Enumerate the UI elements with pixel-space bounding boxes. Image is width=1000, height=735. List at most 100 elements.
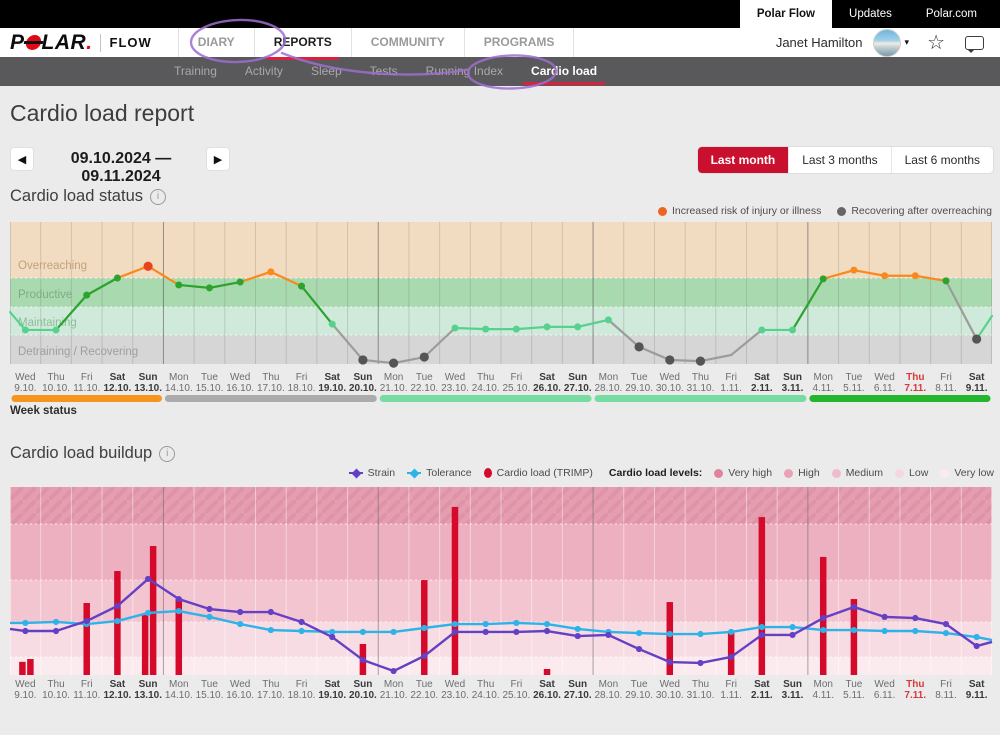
svg-text:Thu17.10.: Thu17.10. <box>257 372 285 394</box>
cardio-load-buildup-chart[interactable]: Wed9.10.Thu10.10.Fri11.10.Sat12.10.Sun13… <box>10 487 992 715</box>
svg-text:Mon14.10.: Mon14.10. <box>165 372 193 394</box>
svg-text:Sat9.11.: Sat9.11. <box>966 372 988 394</box>
subnav-item-cardio-load[interactable]: Cardio load <box>517 57 611 86</box>
svg-text:Sun3.11.: Sun3.11. <box>782 372 804 394</box>
legend-label: Increased risk of injury or illness <box>672 205 821 217</box>
svg-text:Fri8.11.: Fri8.11. <box>935 679 957 701</box>
polar-logo-o-icon <box>24 35 42 50</box>
legend-level-item: Very low <box>940 467 994 479</box>
cardio-load-levels-label: Cardio load levels: <box>609 467 702 479</box>
legend-label: Medium <box>846 467 883 479</box>
nav-item-programs[interactable]: PROGRAMS <box>465 28 575 57</box>
svg-text:Sat26.10.: Sat26.10. <box>533 679 561 701</box>
svg-text:Wed6.11.: Wed6.11. <box>874 679 896 701</box>
svg-text:Sat9.11.: Sat9.11. <box>966 679 988 701</box>
legend-dot-icon <box>658 207 667 216</box>
legend-dot-icon <box>837 207 846 216</box>
previous-period-button[interactable]: ◀ <box>10 147 34 171</box>
svg-text:Tue15.10.: Tue15.10. <box>196 372 224 394</box>
svg-text:Fri11.10.: Fri11.10. <box>73 372 100 394</box>
svg-text:Tue22.10.: Tue22.10. <box>410 372 438 394</box>
svg-text:Wed16.10.: Wed16.10. <box>226 679 254 701</box>
last-6-months-button[interactable]: Last 6 months <box>891 147 993 173</box>
legend-level-item: Medium <box>832 467 883 479</box>
svg-text:Thu31.10.: Thu31.10. <box>687 679 715 701</box>
svg-text:Fri18.10.: Fri18.10. <box>288 679 316 701</box>
date-range-label: 09.10.2024 — 09.11.2024 <box>40 150 202 186</box>
week-status-label: Week status <box>10 405 77 417</box>
last-3-months-button[interactable]: Last 3 months <box>788 147 890 173</box>
polar-flow-app: Polar Flow Updates Polar.com PLAR. FLOW … <box>0 0 1000 735</box>
svg-text:Sat2.11.: Sat2.11. <box>751 679 773 701</box>
tab-updates[interactable]: Updates <box>832 0 909 28</box>
svg-text:Mon4.11.: Mon4.11. <box>812 372 834 394</box>
buildup-section-title-text: Cardio load buildup <box>10 444 152 463</box>
legend-label: Tolerance <box>426 467 472 479</box>
buildup-legend: Strain Tolerance Cardio load (TRIMP) Cardio… <box>349 467 994 479</box>
last-month-button[interactable]: Last month <box>698 147 789 173</box>
nav-user-area: Janet Hamilton ▾ ☆ <box>776 29 1000 57</box>
next-period-button[interactable]: ▶ <box>206 147 230 171</box>
page-title: Cardio load report <box>10 100 194 127</box>
svg-text:Mon21.10.: Mon21.10. <box>380 679 408 701</box>
legend-level-item: Low <box>895 467 928 479</box>
legend-level-dot-icon <box>832 469 841 478</box>
tab-polar-flow[interactable]: Polar Flow <box>740 0 832 28</box>
svg-text:Fri8.11.: Fri8.11. <box>935 372 957 394</box>
logo-dot: . <box>86 31 92 55</box>
legend-label: High <box>798 467 820 479</box>
info-icon[interactable]: i <box>150 189 166 205</box>
subnav-item-activity[interactable]: Activity <box>231 57 297 86</box>
nav-item-reports[interactable]: REPORTS <box>255 28 352 57</box>
tab-polar-com[interactable]: Polar.com <box>909 0 994 28</box>
svg-text:Wed16.10.: Wed16.10. <box>226 372 254 394</box>
svg-text:Tue29.10.: Tue29.10. <box>625 679 653 701</box>
svg-text:Wed6.11.: Wed6.11. <box>874 372 896 394</box>
reports-subnav: Training Activity Sleep Tests Running In… <box>0 57 1000 86</box>
legend-diamond-icon <box>407 469 421 478</box>
subnav-item-sleep[interactable]: Sleep <box>297 57 356 86</box>
polar-logo[interactable]: PLAR. <box>10 31 93 55</box>
nav-item-diary[interactable]: DIARY <box>178 28 255 57</box>
subnav-item-running-index[interactable]: Running Index <box>412 57 517 86</box>
user-name[interactable]: Janet Hamilton <box>776 35 863 50</box>
legend-label: Strain <box>368 467 395 479</box>
svg-text:Wed9.10.: Wed9.10. <box>14 679 36 701</box>
status-section-title: Cardio load status i <box>10 187 166 206</box>
legend-label: Very low <box>954 467 994 479</box>
svg-text:Wed23.10.: Wed23.10. <box>441 679 469 701</box>
svg-text:Tue29.10.: Tue29.10. <box>625 372 653 394</box>
legend-label: Cardio load (TRIMP) <box>497 467 593 479</box>
avatar[interactable] <box>873 29 901 57</box>
subnav-item-tests[interactable]: Tests <box>356 57 412 86</box>
svg-text:Thu31.10.: Thu31.10. <box>687 372 715 394</box>
svg-text:Sat12.10.: Sat12.10. <box>104 372 132 394</box>
legend-label: Low <box>909 467 928 479</box>
favorites-star-icon[interactable]: ☆ <box>927 33 945 53</box>
svg-text:Mon14.10.: Mon14.10. <box>165 679 193 701</box>
legend-label: Very high <box>728 467 772 479</box>
svg-text:Thu10.10.: Thu10.10. <box>42 679 70 701</box>
svg-text:Thu24.10.: Thu24.10. <box>472 679 500 701</box>
info-icon[interactable]: i <box>159 446 175 462</box>
svg-text:Sun27.10.: Sun27.10. <box>564 372 592 394</box>
svg-text:Wed9.10.: Wed9.10. <box>14 372 36 394</box>
cardio-load-status-chart[interactable]: OverreachingProductiveMaintainingDetrain… <box>10 222 992 422</box>
svg-text:Sun27.10.: Sun27.10. <box>564 679 592 701</box>
svg-text:Wed30.10.: Wed30.10. <box>656 679 684 701</box>
nav-item-community[interactable]: COMMUNITY <box>352 28 465 57</box>
site-top-bar: Polar Flow Updates Polar.com <box>0 0 1000 28</box>
svg-text:Sun3.11.: Sun3.11. <box>782 679 804 701</box>
svg-text:Mon21.10.: Mon21.10. <box>380 372 408 394</box>
legend-level-dot-icon <box>714 469 723 478</box>
legend-item: Increased risk of injury or illness <box>658 205 821 217</box>
feedback-bubble-icon[interactable] <box>965 36 984 50</box>
svg-text:Productive: Productive <box>18 289 72 301</box>
legend-item: Strain <box>349 467 395 479</box>
subnav-item-training[interactable]: Training <box>160 57 231 86</box>
svg-text:Thu7.11.: Thu7.11. <box>904 372 926 394</box>
svg-text:Mon28.10.: Mon28.10. <box>595 372 623 394</box>
chevron-down-icon[interactable]: ▾ <box>905 37 910 48</box>
svg-text:Fri1.11.: Fri1.11. <box>720 679 742 701</box>
legend-item: Tolerance <box>407 467 472 479</box>
